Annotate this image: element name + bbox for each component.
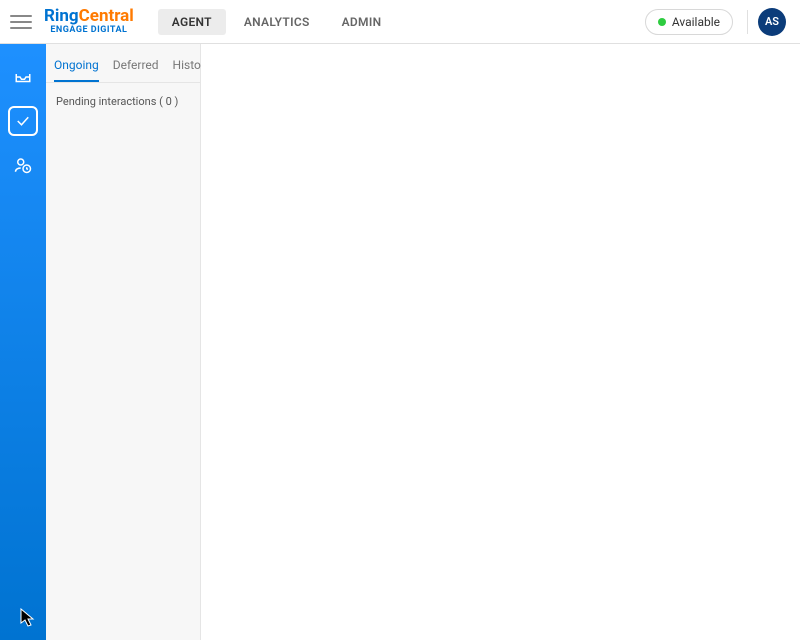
status-label: Available (672, 15, 720, 29)
main-content (201, 44, 800, 640)
sidebar-item-inbox[interactable] (8, 62, 38, 92)
sidebar-item-contacts[interactable] (8, 150, 38, 180)
topbar: RingCentral ENGAGE DIGITAL AGENT ANALYTI… (0, 0, 800, 44)
avatar[interactable]: AS (758, 8, 786, 36)
main-nav: AGENT ANALYTICS ADMIN (158, 9, 396, 35)
user-clock-icon (14, 156, 32, 174)
app-root: RingCentral ENGAGE DIGITAL AGENT ANALYTI… (0, 0, 800, 640)
logo-sub: ENGAGE DIGITAL (44, 26, 134, 35)
checkmark-icon (14, 112, 32, 130)
panel-tabs: Ongoing Deferred History (46, 44, 200, 82)
status-selector[interactable]: Available (645, 9, 733, 35)
body: Ongoing Deferred History Pending interac… (0, 44, 800, 640)
logo-main: RingCentral (44, 8, 134, 25)
pending-interactions-label: Pending interactions ( 0 ) (46, 83, 200, 120)
inbox-icon (14, 68, 32, 86)
divider (747, 10, 748, 34)
brand-logo[interactable]: RingCentral ENGAGE DIGITAL (44, 8, 134, 35)
logo-central: Central (79, 6, 134, 26)
interaction-panel: Ongoing Deferred History Pending interac… (46, 44, 201, 640)
panel-tab-ongoing[interactable]: Ongoing (54, 58, 99, 82)
sidebar (0, 44, 46, 640)
menu-icon[interactable] (10, 11, 32, 33)
panel-tab-deferred[interactable]: Deferred (113, 58, 159, 82)
nav-tab-analytics[interactable]: ANALYTICS (230, 9, 324, 35)
sidebar-item-tasks[interactable] (8, 106, 38, 136)
nav-tab-admin[interactable]: ADMIN (328, 9, 396, 35)
nav-tab-agent[interactable]: AGENT (158, 9, 226, 35)
logo-ring: Ring (44, 6, 79, 26)
status-dot-icon (658, 18, 666, 26)
